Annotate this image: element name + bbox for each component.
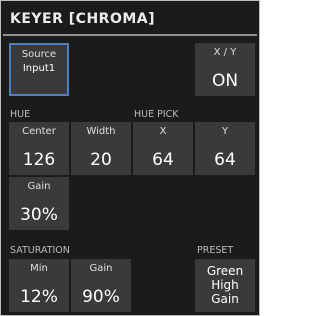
hue-width-label: Width	[86, 126, 116, 137]
panel-title: KEYER [CHROMA]	[10, 11, 156, 27]
saturation-min-value: 12%	[20, 287, 58, 307]
saturation-min-button[interactable]: Min 12%	[9, 259, 69, 312]
hue-gain-button[interactable]: Gain 30%	[9, 177, 69, 230]
preset-name-line1: Green	[206, 264, 244, 278]
section-saturation: SATURATION	[10, 245, 70, 256]
section-hue-pick: HUE PICK	[134, 109, 179, 120]
saturation-gain-value: 90%	[82, 287, 120, 307]
hue-pick-x-label: X	[159, 126, 167, 137]
hue-width-value: 20	[90, 150, 112, 170]
source-button[interactable]: Source Input1	[9, 43, 69, 96]
hue-gain-value: 30%	[20, 205, 58, 225]
keyer-panel: KEYER [CHROMA] Source Input1 X / Y ON HU…	[0, 0, 260, 316]
hue-pick-y-value: 64	[214, 150, 236, 170]
xy-label: X / Y	[213, 47, 237, 58]
source-label: Source	[21, 49, 57, 60]
source-value: Input1	[22, 63, 56, 74]
section-preset: PRESET	[197, 245, 234, 256]
preset-name-line2: High Gain	[211, 278, 239, 306]
hue-pick-y-button[interactable]: Y 64	[195, 122, 255, 175]
xy-button[interactable]: X / Y ON	[195, 43, 255, 96]
hue-pick-x-value: 64	[152, 150, 174, 170]
xy-value: ON	[211, 71, 239, 91]
hue-pick-x-button[interactable]: X 64	[133, 122, 193, 175]
hue-gain-label: Gain	[27, 181, 51, 192]
saturation-min-label: Min	[30, 263, 48, 274]
hue-center-value: 126	[22, 150, 56, 170]
hue-pick-y-label: Y	[221, 126, 229, 137]
section-hue: HUE	[10, 109, 31, 120]
hue-width-button[interactable]: Width 20	[71, 122, 131, 175]
hue-center-label: Center	[22, 126, 56, 137]
preset-button[interactable]: Green High Gain	[195, 259, 255, 312]
hue-center-button[interactable]: Center 126	[9, 122, 69, 175]
saturation-gain-label: Gain	[89, 263, 113, 274]
title-divider	[3, 34, 257, 36]
saturation-gain-button[interactable]: Gain 90%	[71, 259, 131, 312]
